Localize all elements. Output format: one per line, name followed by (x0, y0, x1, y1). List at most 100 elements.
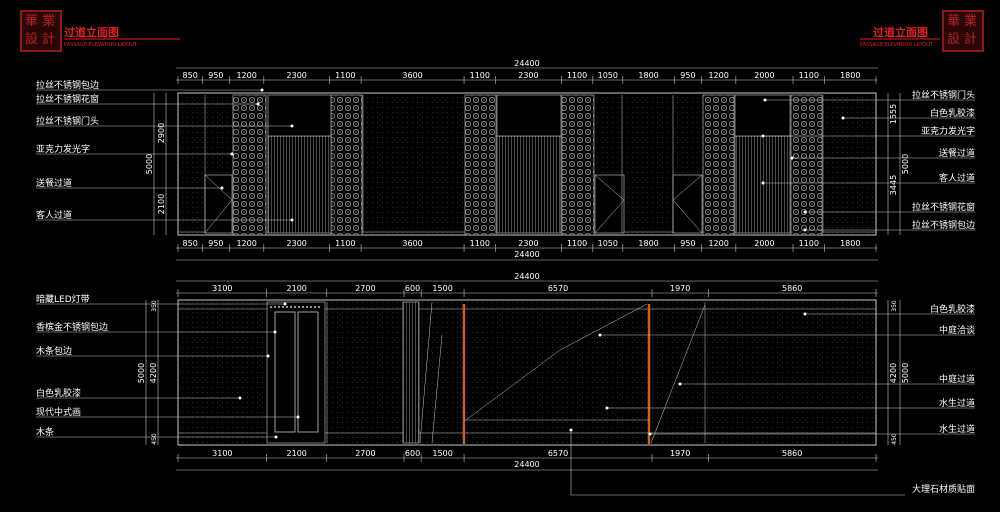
left-subtitle: PASSAGE ELEVATION LAYOUT (64, 42, 138, 48)
lower-left-total: 5000 (137, 363, 146, 383)
dim-value: 1200 (236, 71, 256, 80)
dim-value: 1100 (335, 239, 355, 248)
service-passage (594, 174, 625, 234)
seal-char: 華 (947, 14, 961, 29)
elevation-drawing: 过道立面图 PASSAGE ELEVATION LAYOUT 过道立面图 PAS… (36, 25, 975, 496)
leader-dot (648, 432, 652, 436)
dim-value: 1970 (670, 284, 690, 293)
material-label: 木条 (36, 426, 54, 438)
dim-value: 2100 (287, 284, 307, 293)
leader-dot (841, 116, 845, 120)
dim-value: 950 (208, 71, 223, 80)
upper-overall-bottom: 24400 (514, 250, 539, 259)
door-header (734, 94, 791, 137)
material-label: 白色乳胶漆 (930, 303, 975, 315)
dim-value: 3100 (212, 284, 232, 293)
material-label: 木条包边 (36, 345, 72, 357)
lower-right-top: 350 (891, 300, 898, 312)
slat-panel (496, 135, 562, 234)
dim-value: 6570 (548, 449, 568, 458)
lattice-strip (402, 301, 420, 444)
material-label: 亚克力发光字 (921, 125, 975, 137)
dim-value: 1500 (432, 449, 452, 458)
upper-right-upper: 1555 (889, 104, 898, 124)
dim-value: 1100 (799, 239, 819, 248)
dim-value: 1050 (598, 71, 618, 80)
dim-value: 1500 (432, 284, 452, 293)
material-label: 白色乳胶漆 (36, 387, 81, 399)
dim-value: 1100 (567, 239, 587, 248)
lower-left-mid: 4200 (149, 363, 158, 383)
lattice-panel (790, 94, 823, 236)
right-subtitle: PASSAGE ELEVATION LAYOUT (860, 42, 934, 48)
dim-value: 1800 (638, 239, 658, 248)
service-passage (672, 174, 703, 234)
right-seal: 華 業 設 計 (942, 10, 984, 52)
dim-value: 1100 (470, 239, 490, 248)
left-title: 过道立面图 (64, 25, 119, 39)
dim-value: 3600 (402, 71, 422, 80)
material-label: 拉丝不锈钢包边 (36, 79, 99, 91)
lattice-panel (232, 94, 267, 236)
dim-value: 950 (680, 239, 695, 248)
leader-dot (803, 228, 807, 232)
dim-value: 6570 (548, 284, 568, 293)
material-label: 暗藏LED灯带 (36, 293, 90, 305)
dim-value: 2300 (287, 71, 307, 80)
seal-char: 華 (25, 14, 39, 29)
leader-dot (678, 382, 682, 386)
material-label: 拉丝不锈钢门头 (912, 89, 975, 101)
dim-value: 1100 (470, 71, 490, 80)
leader-dot (763, 98, 767, 102)
dim-value: 950 (680, 71, 695, 80)
material-label: 香槟金不锈钢包边 (36, 321, 108, 333)
leader-dot (220, 186, 224, 190)
dim-value: 2000 (754, 239, 774, 248)
lower-top-dims: 3100 2100 2700 600 1500 6570 1970 5860 (177, 284, 877, 297)
leader-dot (803, 210, 807, 214)
leader-dot (790, 156, 794, 160)
leader-dot (569, 428, 573, 432)
leader-dot (256, 102, 260, 106)
upper-right-lower: 3445 (889, 175, 898, 195)
upper-elevation: 24400 850 950 1200 2300 1100 3600 1100 2300 1100… (36, 59, 975, 261)
lattice-panel (702, 94, 735, 236)
material-label: 拉丝不锈钢包边 (912, 219, 975, 231)
dim-value: 1050 (598, 239, 618, 248)
leader-dot (803, 312, 807, 316)
upper-right-total: 5000 (901, 154, 910, 174)
seal-char: 業 (42, 14, 56, 29)
material-label: 中庭洽谈 (939, 324, 975, 336)
dim-value: 1200 (236, 239, 256, 248)
material-label: 现代中式画 (36, 406, 81, 418)
lower-right-total: 5000 (901, 363, 910, 383)
dim-value: 2700 (355, 449, 375, 458)
dim-value: 5860 (782, 449, 802, 458)
material-label: 客人过道 (939, 172, 975, 184)
lower-left-top: 350 (151, 300, 158, 312)
lower-overall-bottom: 24400 (514, 460, 539, 469)
upper-left-lower: 2100 (157, 194, 166, 214)
leader-dot (266, 354, 270, 358)
dim-value: 1100 (799, 71, 819, 80)
lower-overall-top: 24400 (514, 272, 539, 281)
chinese-painting (297, 311, 319, 433)
dim-value: 600 (405, 284, 420, 293)
dim-value: 3100 (212, 449, 232, 458)
dim-value: 1970 (670, 449, 690, 458)
leader-dot (238, 396, 242, 400)
leader-dot (274, 435, 278, 439)
material-label: 拉丝不锈钢花窗 (36, 93, 99, 105)
lower-right-bottom: 450 (891, 433, 898, 445)
upper-left-total: 5000 (145, 154, 154, 174)
leader-dot (598, 333, 602, 337)
leader-dot (283, 302, 287, 306)
slat-panel (267, 135, 332, 234)
material-label: 水生过道 (939, 397, 975, 409)
lower-left-bottom: 450 (151, 433, 158, 445)
seal-char: 計 (42, 32, 56, 47)
material-label: 客人过道 (36, 209, 72, 221)
leader-dot (290, 218, 294, 222)
dim-value: 1800 (840, 71, 860, 80)
material-label: 拉丝不锈钢花窗 (912, 201, 975, 213)
